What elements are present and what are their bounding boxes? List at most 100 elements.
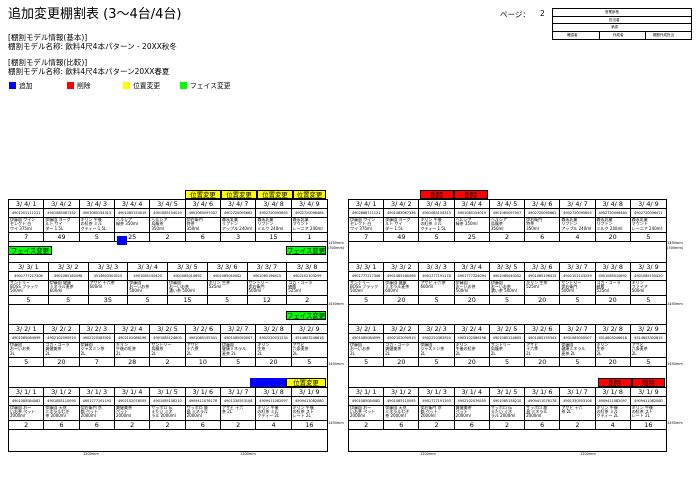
shelf-cell-jan: 4901085154313 [80, 209, 115, 218]
tag-face-change: フェイス変更 [286, 246, 326, 255]
shelf-cell-jan: 4902102086196 [115, 334, 151, 343]
shelf-cell-faces: 5 [490, 295, 526, 305]
approval-caption: 承認 [611, 25, 618, 29]
shelf-cell-jan: 4901085196415 [525, 271, 561, 281]
shelf-cell-product-name: キリン ファイア 500ml [631, 280, 648, 294]
width-dim-label: 1200mm [420, 452, 436, 456]
page-label: ページ： [500, 10, 530, 19]
shelf-cell-product-name: キリン 午後 の紅茶 ミル クティー 2L [256, 405, 292, 421]
shelf-cell-product-name: キリン 午後 の紅茶 スト レート 2L [292, 405, 314, 419]
shelf-cell-jan: 4901085040002 [208, 271, 248, 281]
shelf-cell-product-name: 伊藤園 ジャスミン茶 2L [419, 343, 455, 358]
shelf-cell-jan: 4909411082097 [596, 396, 631, 406]
page-number: 2 [540, 9, 545, 18]
shelf-cell-faces: 49 [384, 233, 420, 242]
planogram-base: 3/ 4/ 1 3/ 4/ 2 3/ 4/ 3 3/ 4/ 4 3/ 4/ 5 3/ 4/… [8, 199, 328, 452]
legend-add: 追加 [9, 82, 33, 91]
shelf-cell-jan: 4901085158210 [150, 396, 186, 406]
shelf-cell-position: 3/ 2/ 3 [419, 325, 455, 334]
shelf-cell-position: 3/ 1/ 2 [44, 387, 80, 397]
shelf-cell-jan: 4901085196415 [248, 271, 288, 281]
shelf-cell-product-name: サントリー BOSS ブラック 500ml [9, 280, 49, 296]
shelf-cell-product-name: キリン 生茶 2L [256, 343, 292, 358]
shelf-cell-position: 3/ 2/ 6 [186, 325, 221, 334]
shelf-space [349, 430, 666, 451]
shelf-cell-product-name: 伊藤園 お〜いお茶 2L [9, 343, 45, 358]
shelf-cell-jan: 4901085180498 [49, 271, 89, 281]
shelf-cell-position: 3/ 1/ 6 [186, 387, 221, 397]
shelf-cell-faces: 2 [221, 420, 257, 430]
shelf-cell-faces: 12 [248, 295, 288, 305]
shelf-cell-product-name: キリン 生茶 525ml [525, 280, 561, 296]
shelf-cell-position: 3/ 4/ 2 [384, 200, 420, 209]
width-dim-label: 1200mm [240, 452, 256, 456]
shelf-cell-jan: 4901085010692 [168, 271, 208, 281]
shelf-cell-faces: 25 [455, 233, 490, 242]
shelf-cell-jan: 4901085097007 [186, 209, 221, 218]
height-dim-label: 1450mm [328, 302, 344, 306]
shelf-cell-faces: 5 [560, 295, 596, 305]
shelf-cell-product-name: アサヒ 十六 茶 2L [221, 405, 257, 421]
shelf-cell-position: 3/ 4/ 6 [186, 200, 221, 209]
shelf-cell-faces: 20 [455, 358, 490, 367]
shelf-cell-product-name: ヘルシア 烏龍茶 350ml [150, 218, 186, 233]
shelf-cell-faces: 20 [596, 295, 631, 305]
shelf-cell-jan: 4901085084082 [349, 396, 385, 406]
tag-delete: 削除 [454, 190, 488, 199]
shelf-cell-faces: 2 [150, 420, 186, 430]
shelf-cell-jan: 4901085124605 [490, 334, 526, 343]
height-dim-label: 1450mm [328, 421, 344, 425]
approval-caption: 営業部長 [605, 10, 619, 14]
shelf-cell-product-name: サントリー BOSS ブラック 500ml [349, 280, 385, 296]
shelf-cell-jan: 4909411076178 [525, 396, 561, 406]
legend-face-change: フェイス変更 [180, 82, 231, 91]
shelf-cell-faces: 2 [150, 233, 186, 242]
shelf-cell-product-name: キリン 午後の紅茶 2L [455, 343, 490, 358]
shelf-cell-product-name: 森永乳業 リプトン アップル 240ml [560, 218, 596, 233]
shelf-cell-jan: 4901777191193 [80, 396, 115, 406]
shelf-cell-product-name: 伊右衛門 特茶 350ml [186, 218, 221, 233]
shelf-cell-position: 3/ 4/ 1 [9, 200, 45, 209]
shelf-cell-product-name: サントリー 伊右衛門 500ml [248, 280, 288, 296]
shelf-cell-position: 3/ 4/ 5 [490, 200, 526, 209]
shelf-cell-position: 3/ 1/ 9 [638, 387, 659, 396]
shelf-cell-faces: 20 [256, 358, 292, 367]
shelf-cell-position: 3/ 2/ 5 [490, 325, 526, 334]
shelf-cell-jan: 4514603246618 [295, 336, 324, 340]
shelf-cell-position: 3/ 2/ 3 [80, 325, 115, 334]
shelf-cell-faces: 3 [221, 233, 257, 242]
legend-swatch [9, 82, 16, 89]
shelf-cell-jan: 4901085040002 [490, 271, 526, 281]
shelf-cell-faces: 2 [490, 233, 526, 242]
shelf-cell-jan: 4902102103259 [292, 273, 322, 278]
shelf-cell-product-name: 爽健美茶 ペット 2000ml [455, 405, 490, 421]
shelf-cell-position: 3/ 4/ 9 [299, 200, 320, 208]
shelf-cell-jan: 4901085084099 [349, 334, 385, 343]
shelf-cell-position: 3/ 2/ 2 [44, 325, 80, 334]
shelf-cell-position: 3/ 1/ 4 [455, 387, 490, 397]
shelf-cell-faces: 6 [384, 420, 420, 430]
shelf-cell-faces: 5 [646, 295, 651, 304]
approval-stamp-box: 営業部長 担当者 承認 確認者 作成者 棚割作成担当 [552, 8, 692, 40]
shelf-cell-jan: 4902720095655 [560, 209, 596, 218]
shelf-space [349, 305, 666, 325]
shelf-cell-product-name: ヘルシア 烏龍茶 350ml [490, 218, 526, 233]
shelf-cell-faces: 20 [384, 358, 420, 367]
shelf-cell-faces: 2 [349, 420, 385, 430]
approval-caption: 担当者 [609, 18, 620, 22]
shelf-cell-product-name: 伊藤園 ワイン セレクト 白 ワイ 375ml [9, 218, 45, 233]
page-title: 追加変更棚割表 (3〜4台/4台) [8, 7, 182, 22]
shelf-cell-position: 3/ 2/ 4 [455, 325, 490, 334]
shelf-cell-product-name: 伊藤園 健康ミネラル 麦茶 2L [560, 343, 596, 358]
added-item-marker [250, 378, 286, 387]
shelf-cell-faces: 7 [80, 358, 115, 367]
legend-position-change: 位置変更 [123, 82, 160, 91]
shelf-cell-position: 3/ 4/ 3 [419, 200, 455, 209]
shelf-cell-position: 3/ 2/ 9 [299, 325, 320, 333]
height-dim-label: 1450mm [328, 362, 344, 366]
shelf-cell-jan: 4902720095662 [221, 209, 257, 218]
shelf-cell-faces: 5 [208, 295, 248, 305]
height-dim-label: 1450mm [667, 421, 683, 425]
tag-position-change: 位置変更 [221, 190, 257, 199]
shelf-cell-position: 3/ 4/ 2 [44, 200, 80, 209]
